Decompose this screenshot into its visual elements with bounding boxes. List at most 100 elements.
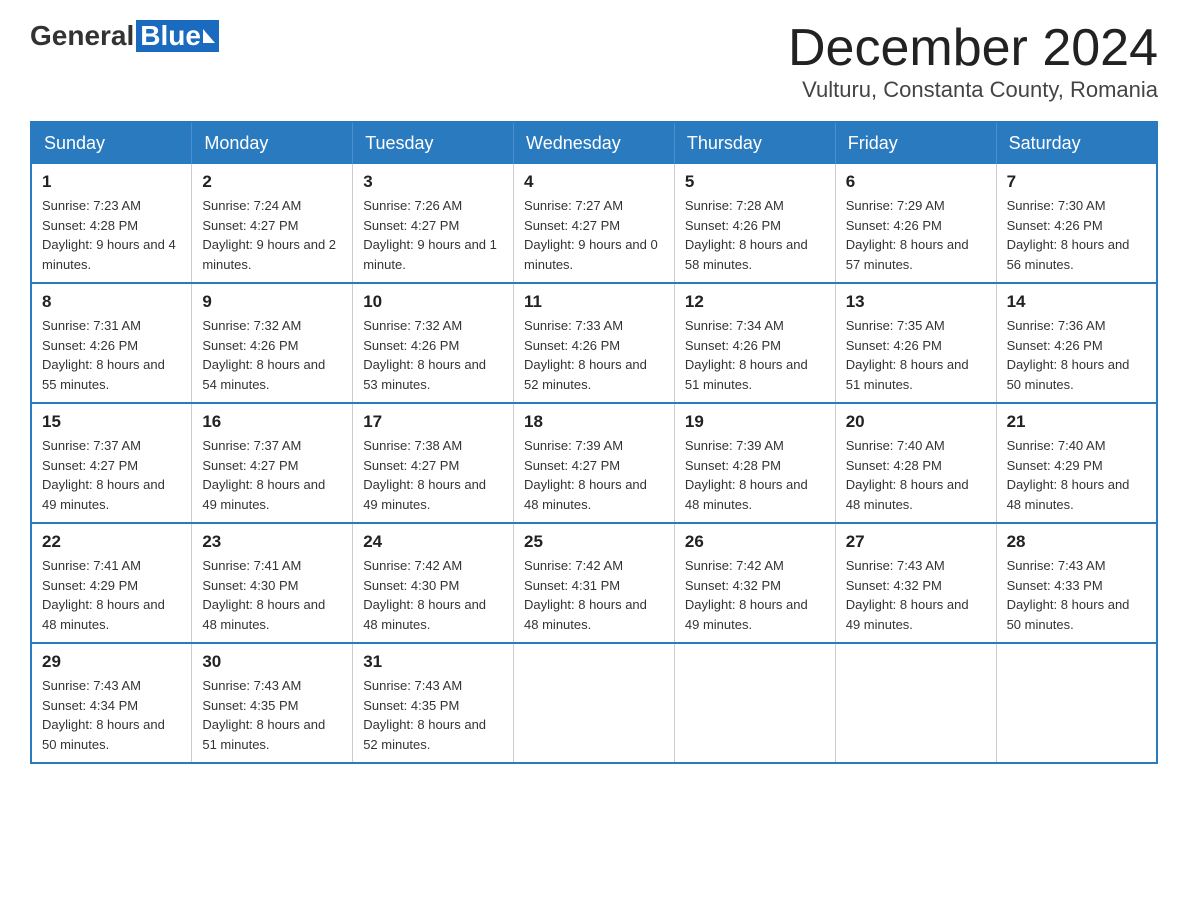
day-number: 4 — [524, 172, 664, 192]
day-info: Sunrise: 7:34 AMSunset: 4:26 PMDaylight:… — [685, 316, 825, 394]
calendar-cell: 13 Sunrise: 7:35 AMSunset: 4:26 PMDayligh… — [835, 283, 996, 403]
day-info: Sunrise: 7:39 AMSunset: 4:28 PMDaylight:… — [685, 436, 825, 514]
day-info: Sunrise: 7:43 AMSunset: 4:33 PMDaylight:… — [1007, 556, 1146, 634]
day-number: 2 — [202, 172, 342, 192]
day-number: 5 — [685, 172, 825, 192]
day-info: Sunrise: 7:37 AMSunset: 4:27 PMDaylight:… — [42, 436, 181, 514]
calendar-cell: 24 Sunrise: 7:42 AMSunset: 4:30 PMDayligh… — [353, 523, 514, 643]
day-number: 6 — [846, 172, 986, 192]
day-info: Sunrise: 7:36 AMSunset: 4:26 PMDaylight:… — [1007, 316, 1146, 394]
column-header-tuesday: Tuesday — [353, 122, 514, 164]
day-number: 25 — [524, 532, 664, 552]
calendar-cell: 18Sunrise: 7:39 AMSunset: 4:27 PMDayligh… — [514, 403, 675, 523]
day-number: 23 — [202, 532, 342, 552]
day-info: Sunrise: 7:31 AMSunset: 4:26 PMDaylight:… — [42, 316, 181, 394]
logo-blue-box: Blue — [136, 20, 219, 52]
calendar-cell: 9Sunrise: 7:32 AMSunset: 4:26 PMDaylight… — [192, 283, 353, 403]
day-info: Sunrise: 7:37 AMSunset: 4:27 PMDaylight:… — [202, 436, 342, 514]
day-number: 30 — [202, 652, 342, 672]
calendar-cell: 30 Sunrise: 7:43 AMSunset: 4:35 PMDayligh… — [192, 643, 353, 763]
logo-general-text: General — [30, 20, 134, 52]
calendar-cell: 19 Sunrise: 7:39 AMSunset: 4:28 PMDayligh… — [674, 403, 835, 523]
calendar-cell: 31Sunrise: 7:43 AMSunset: 4:35 PMDayligh… — [353, 643, 514, 763]
column-header-monday: Monday — [192, 122, 353, 164]
day-info: Sunrise: 7:43 AMSunset: 4:35 PMDaylight:… — [202, 676, 342, 754]
day-info: Sunrise: 7:42 AMSunset: 4:32 PMDaylight:… — [685, 556, 825, 634]
day-info: Sunrise: 7:42 AMSunset: 4:31 PMDaylight:… — [524, 556, 664, 634]
calendar-cell: 5Sunrise: 7:28 AMSunset: 4:26 PMDaylight… — [674, 164, 835, 283]
calendar-cell: 20Sunrise: 7:40 AMSunset: 4:28 PMDayligh… — [835, 403, 996, 523]
calendar-cell: 15 Sunrise: 7:37 AMSunset: 4:27 PMDayligh… — [31, 403, 192, 523]
calendar-cell — [835, 643, 996, 763]
day-info: Sunrise: 7:41 AMSunset: 4:30 PMDaylight:… — [202, 556, 342, 634]
day-info: Sunrise: 7:42 AMSunset: 4:30 PMDaylight:… — [363, 556, 503, 634]
day-info: Sunrise: 7:23 AMSunset: 4:28 PMDaylight:… — [42, 196, 181, 274]
day-number: 16 — [202, 412, 342, 432]
logo-blue-word: Blue — [140, 20, 201, 52]
day-number: 12 — [685, 292, 825, 312]
day-info: Sunrise: 7:29 AMSunset: 4:26 PMDaylight:… — [846, 196, 986, 274]
day-info: Sunrise: 7:40 AMSunset: 4:28 PMDaylight:… — [846, 436, 986, 514]
calendar-cell: 21 Sunrise: 7:40 AMSunset: 4:29 PMDayligh… — [996, 403, 1157, 523]
day-info: Sunrise: 7:30 AMSunset: 4:26 PMDaylight:… — [1007, 196, 1146, 274]
title-area: December 2024 Vulturu, Constanta County,… — [788, 20, 1158, 103]
day-info: Sunrise: 7:43 AMSunset: 4:32 PMDaylight:… — [846, 556, 986, 634]
day-number: 7 — [1007, 172, 1146, 192]
day-number: 27 — [846, 532, 986, 552]
day-number: 24 — [363, 532, 503, 552]
column-header-sunday: Sunday — [31, 122, 192, 164]
day-number: 29 — [42, 652, 181, 672]
day-number: 14 — [1007, 292, 1146, 312]
calendar-cell: 22 Sunrise: 7:41 AMSunset: 4:29 PMDayligh… — [31, 523, 192, 643]
day-info: Sunrise: 7:32 AMSunset: 4:26 PMDaylight:… — [202, 316, 342, 394]
calendar-cell: 1 Sunrise: 7:23 AMSunset: 4:28 PMDaylight… — [31, 164, 192, 283]
day-number: 21 — [1007, 412, 1146, 432]
day-info: Sunrise: 7:38 AMSunset: 4:27 PMDaylight:… — [363, 436, 503, 514]
calendar-cell — [996, 643, 1157, 763]
day-info: Sunrise: 7:43 AMSunset: 4:34 PMDaylight:… — [42, 676, 181, 754]
calendar-cell: 12 Sunrise: 7:34 AMSunset: 4:26 PMDayligh… — [674, 283, 835, 403]
day-info: Sunrise: 7:35 AMSunset: 4:26 PMDaylight:… — [846, 316, 986, 394]
calendar-week-2: 8Sunrise: 7:31 AMSunset: 4:26 PMDaylight… — [31, 283, 1157, 403]
day-number: 3 — [363, 172, 503, 192]
calendar-week-4: 22 Sunrise: 7:41 AMSunset: 4:29 PMDayligh… — [31, 523, 1157, 643]
day-number: 15 — [42, 412, 181, 432]
calendar-cell — [514, 643, 675, 763]
calendar-cell: 3 Sunrise: 7:26 AMSunset: 4:27 PMDaylight… — [353, 164, 514, 283]
calendar-week-3: 15 Sunrise: 7:37 AMSunset: 4:27 PMDayligh… — [31, 403, 1157, 523]
calendar-table: SundayMondayTuesdayWednesdayThursdayFrid… — [30, 121, 1158, 764]
day-number: 10 — [363, 292, 503, 312]
page-header: General Blue December 2024 Vulturu, Cons… — [30, 20, 1158, 103]
calendar-cell: 7 Sunrise: 7:30 AMSunset: 4:26 PMDaylight… — [996, 164, 1157, 283]
logo: General Blue — [30, 20, 219, 52]
day-number: 17 — [363, 412, 503, 432]
day-info: Sunrise: 7:27 AMSunset: 4:27 PMDaylight:… — [524, 196, 664, 274]
day-info: Sunrise: 7:26 AMSunset: 4:27 PMDaylight:… — [363, 196, 503, 274]
calendar-cell: 6 Sunrise: 7:29 AMSunset: 4:26 PMDaylight… — [835, 164, 996, 283]
day-number: 13 — [846, 292, 986, 312]
calendar-cell: 16 Sunrise: 7:37 AMSunset: 4:27 PMDayligh… — [192, 403, 353, 523]
calendar-week-5: 29 Sunrise: 7:43 AMSunset: 4:34 PMDayligh… — [31, 643, 1157, 763]
calendar-week-1: 1 Sunrise: 7:23 AMSunset: 4:28 PMDaylight… — [31, 164, 1157, 283]
day-info: Sunrise: 7:40 AMSunset: 4:29 PMDaylight:… — [1007, 436, 1146, 514]
calendar-cell: 10 Sunrise: 7:32 AMSunset: 4:26 PMDayligh… — [353, 283, 514, 403]
calendar-cell: 23 Sunrise: 7:41 AMSunset: 4:30 PMDayligh… — [192, 523, 353, 643]
day-number: 26 — [685, 532, 825, 552]
calendar-cell: 28Sunrise: 7:43 AMSunset: 4:33 PMDayligh… — [996, 523, 1157, 643]
day-info: Sunrise: 7:41 AMSunset: 4:29 PMDaylight:… — [42, 556, 181, 634]
month-title: December 2024 — [788, 20, 1158, 77]
calendar-cell: 11Sunrise: 7:33 AMSunset: 4:26 PMDayligh… — [514, 283, 675, 403]
day-number: 1 — [42, 172, 181, 192]
calendar-cell: 26 Sunrise: 7:42 AMSunset: 4:32 PMDayligh… — [674, 523, 835, 643]
day-number: 31 — [363, 652, 503, 672]
calendar-cell: 17 Sunrise: 7:38 AMSunset: 4:27 PMDayligh… — [353, 403, 514, 523]
calendar-cell: 27 Sunrise: 7:43 AMSunset: 4:32 PMDayligh… — [835, 523, 996, 643]
day-number: 22 — [42, 532, 181, 552]
calendar-cell: 29 Sunrise: 7:43 AMSunset: 4:34 PMDayligh… — [31, 643, 192, 763]
calendar-cell: 2Sunrise: 7:24 AMSunset: 4:27 PMDaylight… — [192, 164, 353, 283]
day-info: Sunrise: 7:32 AMSunset: 4:26 PMDaylight:… — [363, 316, 503, 394]
column-header-saturday: Saturday — [996, 122, 1157, 164]
day-number: 19 — [685, 412, 825, 432]
calendar-cell: 14 Sunrise: 7:36 AMSunset: 4:26 PMDayligh… — [996, 283, 1157, 403]
calendar-cell: 8Sunrise: 7:31 AMSunset: 4:26 PMDaylight… — [31, 283, 192, 403]
